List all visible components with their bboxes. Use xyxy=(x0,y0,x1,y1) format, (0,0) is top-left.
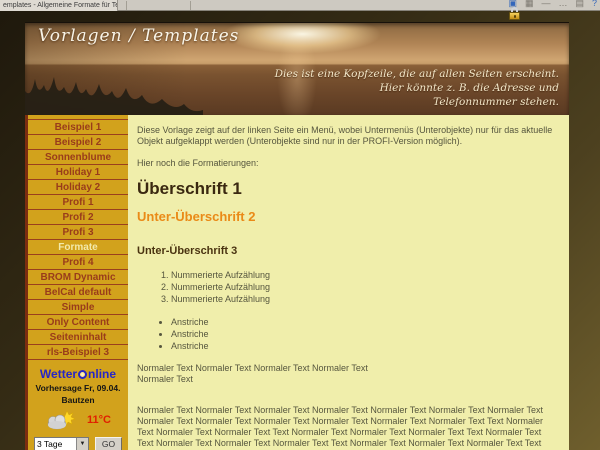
sidebar-menu: Beispiel 1 Beispiel 2 Sonnenblume Holida… xyxy=(28,119,128,360)
sidebar-item-profi-1[interactable]: Profi 1 xyxy=(28,195,128,210)
intro-paragraph: Diese Vorlage zeigt auf der linken Seite… xyxy=(137,125,560,147)
wetteronline-logo[interactable]: Wetter nline xyxy=(28,367,128,381)
formats-lead-in: Hier noch die Formatierungen: xyxy=(137,158,560,169)
sidebar-item-beispiel-2[interactable]: Beispiel 2 xyxy=(28,135,128,150)
lock-body xyxy=(509,12,520,20)
sidebar-item-brom-dynamic[interactable]: BROM Dynamic xyxy=(28,270,128,285)
site-title: Vorlagen / Templates xyxy=(38,26,239,46)
normal-text-line: Normaler Text xyxy=(137,374,193,384)
windows-icon[interactable]: ▦ xyxy=(525,0,534,9)
numbered-list-item: Nummerierte Aufzählung xyxy=(171,294,560,305)
sun-o-icon xyxy=(78,370,87,379)
header-note-line: Hier könnte z. B. die Adresse und xyxy=(380,82,559,94)
select-value: 3 Tage xyxy=(35,438,76,450)
numbered-list: Nummerierte Aufzählung Nummerierte Aufzä… xyxy=(137,270,560,305)
cloud-sun-icon xyxy=(45,410,77,430)
minimize-icon[interactable]: — xyxy=(541,0,550,9)
weather-forecast-date: Vorhersage Fr, 09.04. xyxy=(28,383,128,393)
header-note: Dies ist eine Kopfzeile, die auf allen S… xyxy=(275,67,559,109)
sidebar-item-profi-4[interactable]: Profi 4 xyxy=(28,255,128,270)
sidebar-item-rls-beispiel-3[interactable]: rls-Beispiel 3 xyxy=(28,345,128,360)
temperature-value: 11°C xyxy=(87,414,111,426)
heading-3: Unter-Überschrift 3 xyxy=(137,246,560,257)
sidebar-item-profi-2[interactable]: Profi 2 xyxy=(28,210,128,225)
chevron-down-icon[interactable]: ▼ xyxy=(76,438,88,450)
page-icon[interactable]: ▤ xyxy=(575,0,584,9)
normal-text-long: Normaler Text Normaler Text Normaler Tex… xyxy=(137,405,560,450)
sidebar-item-simple[interactable]: Simple xyxy=(28,300,128,315)
sidebar-item-formate[interactable]: Formate xyxy=(28,240,128,255)
bullet-list-item: Anstriche xyxy=(171,341,560,352)
numbered-list-item: Nummerierte Aufzählung xyxy=(171,282,560,293)
numbered-list-item: Nummerierte Aufzählung xyxy=(171,270,560,281)
heading-2: Unter-Überschrift 2 xyxy=(137,211,560,222)
bullet-list: Anstriche Anstriche Anstriche xyxy=(137,317,560,352)
toolbar-separator xyxy=(126,1,127,10)
go-button[interactable]: GO xyxy=(95,437,122,450)
toolbar-separator xyxy=(190,1,191,10)
more-icon[interactable]: … xyxy=(558,0,567,9)
lock-icon xyxy=(508,7,521,20)
forecast-range-select[interactable]: 3 Tage ▼ xyxy=(34,437,89,450)
sidebar: Beispiel 1 Beispiel 2 Sonnenblume Holida… xyxy=(25,115,128,450)
grass-silhouette xyxy=(25,73,203,115)
browser-tab[interactable]: emplates - Allgemeine Formate für Texte … xyxy=(0,0,118,11)
sidebar-item-holiday-1[interactable]: Holiday 1 xyxy=(28,165,128,180)
heading-1: Überschrift 1 xyxy=(137,183,560,194)
weather-widget: Wetter nline Vorhersage Fr, 09.04. Bautze… xyxy=(28,360,128,450)
normal-text-short: Normaler Text Normaler Text Normaler Tex… xyxy=(137,363,560,385)
sidebar-item-seiteninhalt[interactable]: Seiteninhalt xyxy=(28,330,128,345)
logo-text-wetter: Wetter xyxy=(40,367,77,381)
bullet-list-item: Anstriche xyxy=(171,329,560,340)
sidebar-item-holiday-2[interactable]: Holiday 2 xyxy=(28,180,128,195)
header-image: Vorlagen / Templates Dies ist eine Kopfz… xyxy=(25,22,569,115)
sidebar-item-profi-3[interactable]: Profi 3 xyxy=(28,225,128,240)
header-note-line: Dies ist eine Kopfzeile, die auf allen S… xyxy=(275,68,559,80)
weather-city: Bautzen xyxy=(28,395,128,405)
main-content: Diese Vorlage zeigt auf der linken Seite… xyxy=(128,115,569,450)
header-note-line: Telefonnummer stehen. xyxy=(433,96,559,108)
sidebar-item-only-content[interactable]: Only Content xyxy=(28,315,128,330)
normal-text-line: Normaler Text Normaler Text Normaler Tex… xyxy=(137,363,368,373)
sidebar-item-sonnenblume[interactable]: Sonnenblume xyxy=(28,150,128,165)
logo-text-online: nline xyxy=(88,367,116,381)
sidebar-item-beispiel-1[interactable]: Beispiel 1 xyxy=(28,120,128,135)
browser-toolbar-icons: ▣ ▦ — … ▤ ? xyxy=(508,0,597,9)
bullet-list-item: Anstriche xyxy=(171,317,560,328)
help-icon[interactable]: ? xyxy=(592,0,597,9)
sidebar-item-belcal-default[interactable]: BelCal default xyxy=(28,285,128,300)
